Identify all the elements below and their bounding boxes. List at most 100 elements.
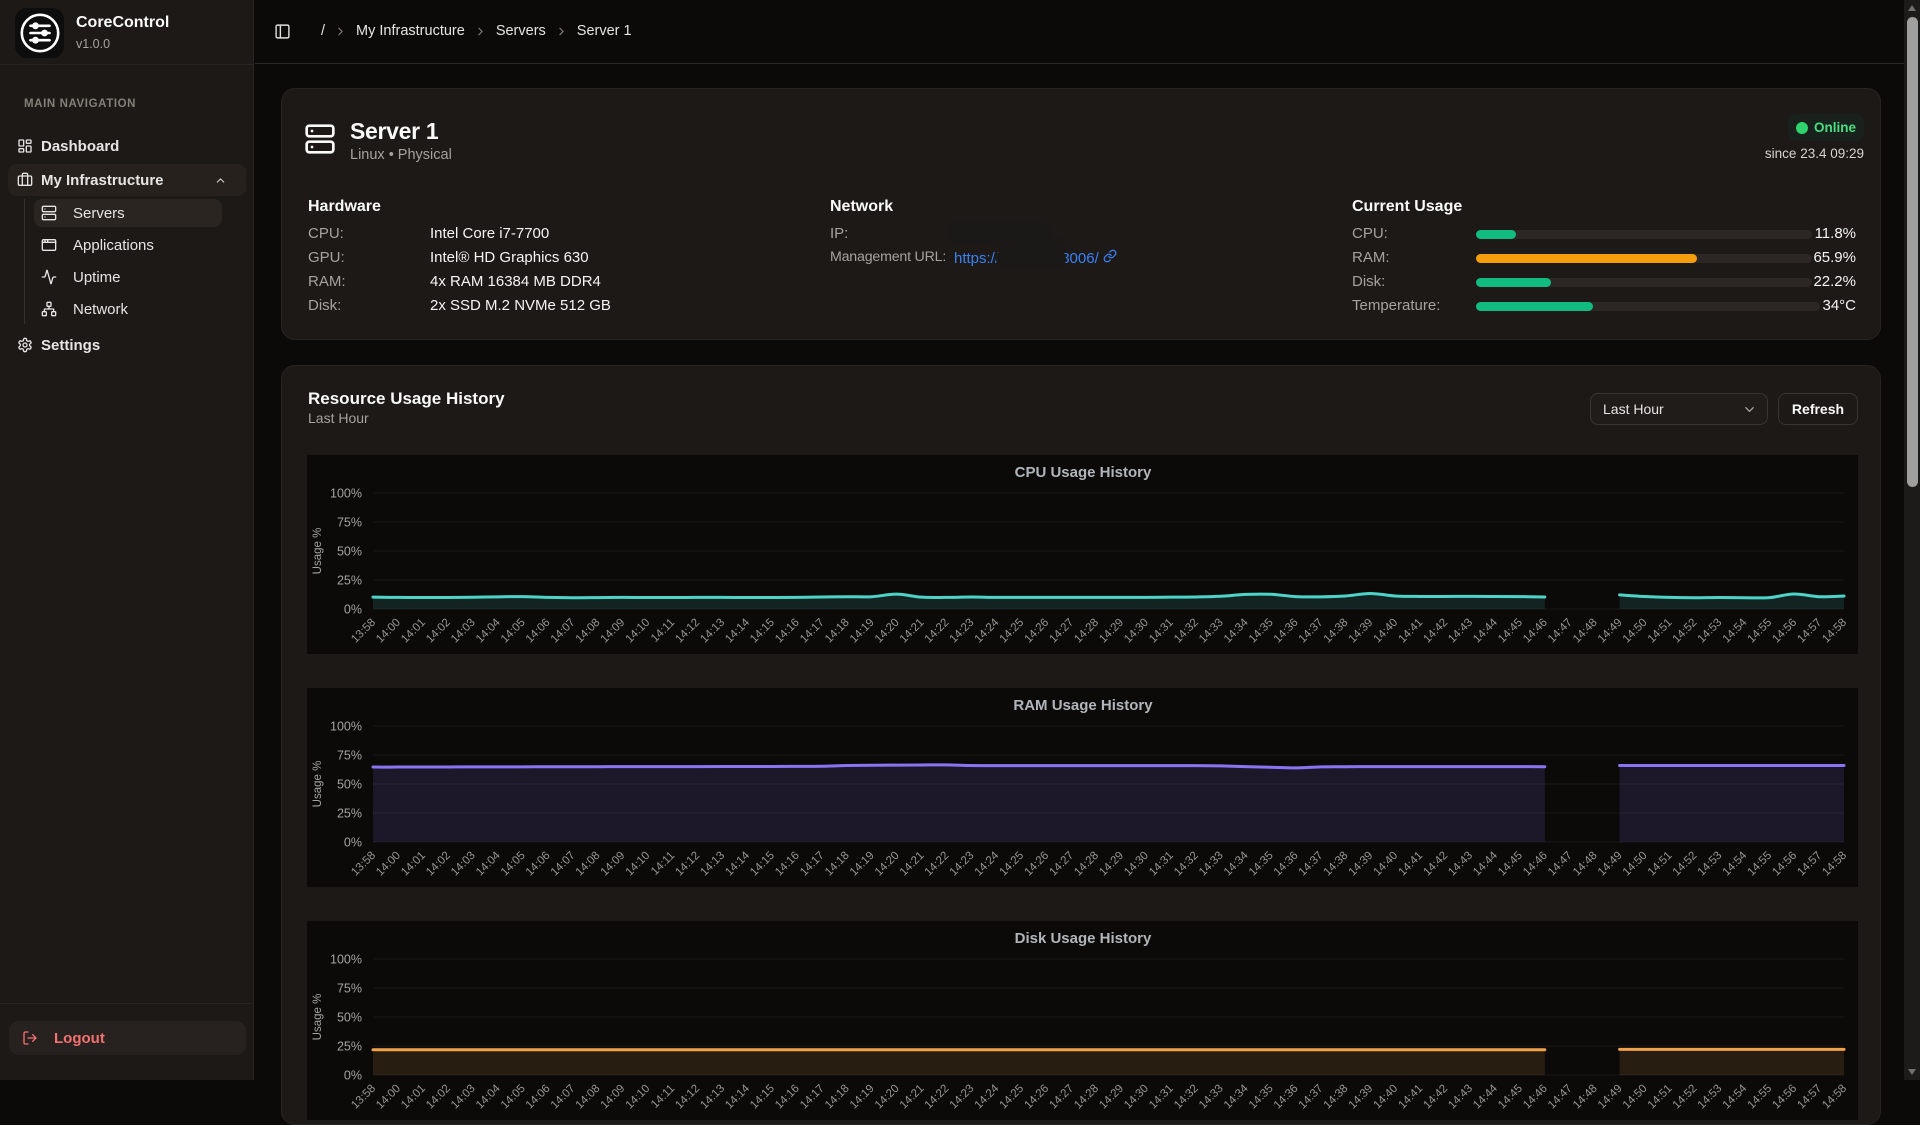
- svg-text:14:19: 14:19: [848, 850, 877, 879]
- svg-text:Usage %: Usage %: [312, 528, 324, 575]
- svg-text:14:57: 14:57: [1795, 617, 1824, 646]
- svg-text:14:28: 14:28: [1072, 617, 1101, 646]
- svg-text:14:39: 14:39: [1347, 1083, 1376, 1112]
- svg-text:14:07: 14:07: [549, 850, 578, 879]
- svg-text:14:37: 14:37: [1297, 850, 1326, 879]
- svg-text:14:39: 14:39: [1347, 617, 1376, 646]
- svg-text:Disk Usage History: Disk Usage History: [1015, 930, 1152, 947]
- svg-text:14:25: 14:25: [997, 850, 1026, 879]
- svg-text:14:45: 14:45: [1496, 617, 1525, 646]
- svg-text:14:38: 14:38: [1322, 1083, 1351, 1112]
- svg-text:14:56: 14:56: [1770, 617, 1799, 646]
- svg-text:14:26: 14:26: [1022, 1083, 1051, 1112]
- svg-text:14:28: 14:28: [1072, 1083, 1101, 1112]
- svg-text:14:46: 14:46: [1521, 617, 1550, 646]
- svg-text:14:42: 14:42: [1421, 850, 1450, 879]
- svg-text:14:41: 14:41: [1396, 850, 1425, 879]
- svg-text:14:38: 14:38: [1322, 850, 1351, 879]
- svg-text:14:15: 14:15: [748, 617, 777, 646]
- svg-text:14:34: 14:34: [1222, 849, 1251, 878]
- svg-text:14:35: 14:35: [1247, 617, 1276, 646]
- svg-text:14:31: 14:31: [1147, 850, 1176, 879]
- svg-text:14:47: 14:47: [1546, 850, 1575, 879]
- svg-text:14:25: 14:25: [997, 1083, 1026, 1112]
- svg-text:14:19: 14:19: [848, 617, 877, 646]
- svg-text:14:46: 14:46: [1521, 850, 1550, 879]
- svg-text:14:22: 14:22: [923, 617, 952, 646]
- svg-text:14:12: 14:12: [673, 617, 702, 646]
- svg-text:14:18: 14:18: [823, 1083, 852, 1112]
- svg-text:14:08: 14:08: [574, 1083, 603, 1112]
- svg-text:14:43: 14:43: [1446, 850, 1475, 879]
- svg-text:14:30: 14:30: [1122, 617, 1151, 646]
- svg-text:14:20: 14:20: [873, 1083, 902, 1112]
- svg-text:14:10: 14:10: [624, 1083, 653, 1112]
- svg-text:14:36: 14:36: [1272, 1083, 1301, 1112]
- svg-text:14:02: 14:02: [424, 1083, 453, 1112]
- svg-text:14:43: 14:43: [1446, 1083, 1475, 1112]
- svg-text:14:32: 14:32: [1172, 617, 1201, 646]
- svg-text:14:37: 14:37: [1297, 1083, 1326, 1112]
- svg-text:14:53: 14:53: [1696, 850, 1725, 879]
- svg-text:14:15: 14:15: [748, 1083, 777, 1112]
- svg-text:14:40: 14:40: [1371, 1083, 1400, 1112]
- svg-text:14:05: 14:05: [499, 617, 528, 646]
- svg-text:14:45: 14:45: [1496, 850, 1525, 879]
- svg-text:14:34: 14:34: [1222, 1082, 1251, 1111]
- svg-text:14:54: 14:54: [1721, 616, 1750, 645]
- svg-text:14:13: 14:13: [698, 850, 727, 879]
- svg-text:14:14: 14:14: [723, 616, 752, 645]
- svg-text:14:23: 14:23: [948, 1083, 977, 1112]
- svg-text:14:52: 14:52: [1671, 1083, 1700, 1112]
- svg-text:14:17: 14:17: [798, 617, 827, 646]
- svg-text:14:58: 14:58: [1820, 1083, 1849, 1112]
- svg-text:14:52: 14:52: [1671, 850, 1700, 879]
- svg-text:14:41: 14:41: [1396, 617, 1425, 646]
- svg-text:14:16: 14:16: [773, 1083, 802, 1112]
- svg-text:14:48: 14:48: [1571, 1083, 1600, 1112]
- svg-text:14:56: 14:56: [1770, 850, 1799, 879]
- svg-text:Usage %: Usage %: [312, 994, 324, 1041]
- svg-text:14:31: 14:31: [1147, 1083, 1176, 1112]
- svg-text:14:48: 14:48: [1571, 850, 1600, 879]
- svg-text:14:29: 14:29: [1097, 617, 1126, 646]
- svg-text:14:03: 14:03: [449, 850, 478, 879]
- svg-text:14:40: 14:40: [1371, 850, 1400, 879]
- svg-text:14:42: 14:42: [1421, 617, 1450, 646]
- svg-text:14:20: 14:20: [873, 617, 902, 646]
- svg-text:14:49: 14:49: [1596, 617, 1625, 646]
- svg-text:14:42: 14:42: [1421, 1083, 1450, 1112]
- svg-text:14:49: 14:49: [1596, 850, 1625, 879]
- svg-text:14:57: 14:57: [1795, 1083, 1824, 1112]
- svg-text:14:07: 14:07: [549, 617, 578, 646]
- svg-text:14:24: 14:24: [973, 849, 1002, 878]
- svg-text:14:20: 14:20: [873, 850, 902, 879]
- svg-text:25%: 25%: [337, 1040, 362, 1054]
- svg-text:50%: 50%: [337, 545, 362, 559]
- svg-text:14:55: 14:55: [1745, 1083, 1774, 1112]
- svg-text:14:38: 14:38: [1322, 617, 1351, 646]
- svg-text:25%: 25%: [337, 807, 362, 821]
- svg-text:14:00: 14:00: [374, 617, 403, 646]
- svg-text:14:15: 14:15: [748, 850, 777, 879]
- svg-text:14:35: 14:35: [1247, 1083, 1276, 1112]
- svg-text:14:12: 14:12: [673, 1083, 702, 1112]
- svg-text:14:21: 14:21: [898, 617, 927, 646]
- svg-text:14:03: 14:03: [449, 1083, 478, 1112]
- svg-text:13:58: 13:58: [349, 850, 378, 879]
- svg-text:14:08: 14:08: [574, 850, 603, 879]
- svg-text:14:57: 14:57: [1795, 850, 1824, 879]
- svg-text:14:35: 14:35: [1247, 850, 1276, 879]
- svg-text:14:36: 14:36: [1272, 850, 1301, 879]
- svg-text:14:28: 14:28: [1072, 850, 1101, 879]
- svg-text:14:27: 14:27: [1047, 617, 1076, 646]
- svg-text:14:10: 14:10: [624, 617, 653, 646]
- svg-text:14:01: 14:01: [399, 1083, 428, 1112]
- svg-text:14:54: 14:54: [1721, 849, 1750, 878]
- svg-text:100%: 100%: [330, 953, 362, 967]
- svg-text:14:01: 14:01: [399, 617, 428, 646]
- svg-text:14:11: 14:11: [649, 1083, 677, 1111]
- svg-text:14:31: 14:31: [1147, 617, 1176, 646]
- svg-text:14:47: 14:47: [1546, 617, 1575, 646]
- svg-text:14:50: 14:50: [1621, 850, 1650, 879]
